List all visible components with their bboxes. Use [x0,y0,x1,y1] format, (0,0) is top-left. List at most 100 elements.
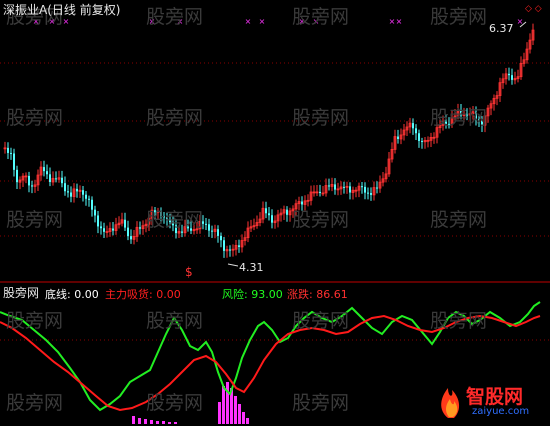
histogram-bar [234,396,237,424]
candle-body [229,249,231,251]
candle-body [412,123,414,129]
candle-body [238,245,240,247]
candle-body [364,186,366,193]
candle-body [208,224,210,231]
indicator-value: 93.00 [251,288,283,301]
indicator-panel-name: 股旁网 [3,286,40,300]
candle-body [367,192,369,194]
candle-body [13,153,15,170]
candle-body [286,209,288,215]
candle-body [319,191,321,193]
price-high-label: 6.37 [489,22,514,35]
candle-body [76,188,78,192]
watermark: 股旁网 [430,209,488,231]
candle-body [370,193,372,195]
candle-body [31,185,33,187]
candle-body [349,186,351,193]
candle-body [43,167,45,172]
candle-body [28,175,30,186]
candle-body [508,73,510,76]
histogram-bar [150,420,153,424]
watermark: 股旁网 [6,209,64,231]
indicator-risk: 风险: 93.00 [222,288,283,301]
dollar-marker: $ [185,265,193,279]
candle-body [334,184,336,190]
indicator-main-accumulation: 主力吸货: 0.00 [105,288,181,301]
watermark: 股旁网 [146,6,204,28]
histogram-bar [222,386,225,424]
price-low-label: 4.31 [239,261,264,274]
candle-body [361,186,363,188]
histogram-bar [138,418,141,424]
chart-title: 深振业A(日线 前复权) [3,3,121,17]
signal-marker: × [63,17,70,26]
candle-body [46,171,48,175]
watermark: 股旁网 [6,310,64,332]
candle-body [67,191,69,193]
site-logo: 智股网 zaiyue.com [434,380,546,422]
watermark: 股旁网 [292,310,350,332]
candle-body [124,219,126,228]
logo-sub-text: zaiyue.com [472,406,530,417]
candle-body [49,174,51,182]
candle-body [16,169,18,183]
watermark: 股旁网 [146,392,204,414]
candle-body [418,133,420,141]
signal-marker: × [389,17,396,26]
candle-body [85,194,87,199]
signal-marker: × [396,17,403,26]
watermark: 股旁网 [292,6,350,28]
candle-body [415,128,417,134]
candle-body [97,215,99,227]
indicator-label: 主力吸货: [105,288,153,301]
candle-body [112,228,114,231]
indicator-baseline: 底线: 0.00 [45,288,99,301]
price-low-pointer [227,263,239,267]
watermark: 股旁网 [146,107,204,129]
signal-marker: × [259,17,266,26]
candle-body [100,226,102,229]
histogram-bar [132,416,135,424]
candle-body [103,228,105,232]
watermark: 股旁网 [6,107,64,129]
signal-marker: × [245,17,252,26]
candle-body [94,209,96,216]
candle-body [55,178,57,180]
candle-body [211,230,213,232]
candle-body [220,235,222,241]
indicator-value: 0.00 [156,288,181,301]
watermark: 股旁网 [430,6,488,28]
histogram-bar [238,404,241,424]
candle-body [511,75,513,80]
candle-body [88,198,90,200]
histogram-bar [168,422,171,424]
candle-body [376,187,378,189]
histogram-bar [246,418,249,424]
watermark: 股旁网 [292,107,350,129]
candle-body [7,147,9,153]
candle-body [268,213,270,216]
histogram-bar [156,421,159,424]
watermark: 股旁网 [430,310,488,332]
chart-stage[interactable]: × × × × × × × × × × × × 股旁网 股旁网 股旁网 股旁网 股旁网 股旁网 股旁网… [0,0,550,426]
candle-body [91,199,93,210]
candle-body [271,215,273,223]
logo-main-text: 智股网 [466,386,524,408]
candle-body [328,185,330,187]
candle-body [421,140,423,142]
histogram-bar [174,422,177,424]
corner-glyphs: ◇ ◇ [525,4,542,14]
watermark: 股旁网 [292,209,350,231]
candle-body [397,136,399,139]
candle-body [82,190,84,195]
histogram-bar [218,402,221,424]
candle-body [70,192,72,197]
histogram-bar [242,412,245,424]
candle-body [139,227,141,229]
watermark: 股旁网 [6,392,64,414]
watermark: 股旁网 [292,392,350,414]
indicator-label: 风险: [222,288,248,301]
indicator-label: 底线: [45,288,71,301]
candle-body [205,223,207,225]
watermark: 股旁网 [146,310,204,332]
